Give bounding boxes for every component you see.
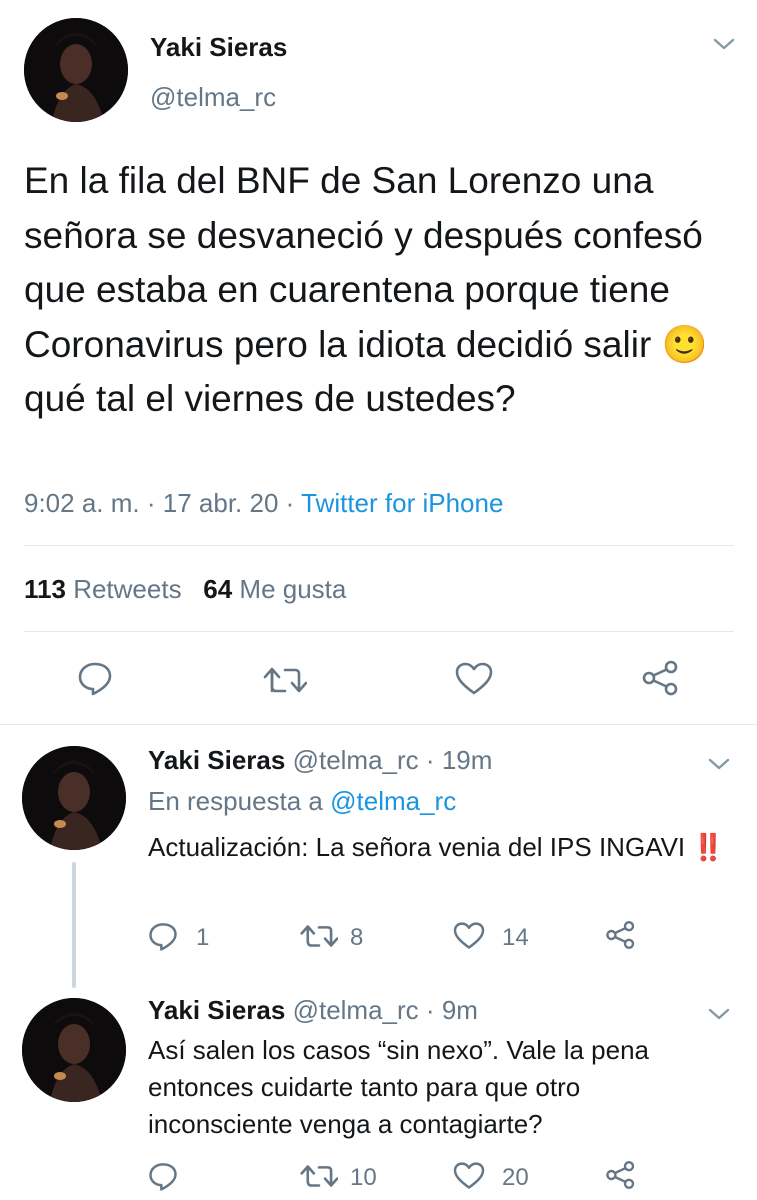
reply-text-line: inconsciente venga a contagiarte? [148, 1109, 543, 1139]
retweets-count[interactable]: 113 [24, 574, 66, 604]
author-handle[interactable]: @telma_rc [293, 995, 419, 1025]
meta-separator: · [425, 995, 435, 1025]
like-icon[interactable] [453, 922, 485, 950]
reply-text-body: Actualización: La señora venia del IPS I… [148, 832, 686, 862]
share-icon[interactable] [641, 660, 681, 696]
reply-text-line: Así salen los casos “sin nexo”. Vale la … [148, 1035, 650, 1065]
reply-count: 1 [196, 924, 210, 951]
author-name[interactable]: Yaki Sieras [148, 745, 285, 775]
reply-time[interactable]: 9m [442, 995, 478, 1025]
divider [24, 545, 734, 546]
meta-separator: · [285, 488, 295, 518]
tweet-date[interactable]: 17 abr. 20 [163, 488, 279, 518]
tweet-text: En la fila del BNF de San Lorenzo una se… [24, 154, 744, 427]
author-name[interactable]: Yaki Sieras [148, 995, 285, 1025]
avatar[interactable] [24, 18, 128, 122]
chevron-down-icon[interactable] [707, 1006, 731, 1022]
engagement-stats: 113 Retweets 64 Me gusta [24, 574, 346, 605]
author-name[interactable]: Yaki Sieras [150, 32, 287, 63]
retweet-icon[interactable] [300, 1162, 338, 1190]
likes-label[interactable]: Me gusta [239, 574, 346, 604]
author-handle[interactable]: @telma_rc [293, 745, 419, 775]
avatar[interactable] [22, 746, 126, 850]
avatar-photo [24, 18, 128, 122]
retweet-count: 8 [350, 924, 364, 951]
like-count: 20 [502, 1164, 529, 1191]
retweet-icon[interactable] [263, 664, 307, 696]
replying-to: En respuesta a @telma_rc [148, 786, 456, 817]
like-icon[interactable] [453, 1162, 485, 1190]
replying-to-label: En respuesta a [148, 786, 323, 816]
thread-line [72, 862, 76, 988]
reply-icon[interactable] [77, 660, 113, 696]
reply-text: Así salen los casos “sin nexo”. Vale la … [148, 1032, 738, 1143]
retweet-icon[interactable] [300, 922, 338, 950]
share-icon[interactable] [605, 920, 637, 950]
retweet-count: 10 [350, 1164, 377, 1191]
reply-text-line: entonces cuidarte tanto para que otro [148, 1072, 581, 1102]
avatar[interactable] [22, 998, 126, 1102]
chevron-down-icon[interactable] [712, 36, 736, 52]
chevron-down-icon[interactable] [707, 756, 731, 772]
replying-to-link[interactable]: @telma_rc [330, 786, 456, 816]
tweet-text-part2: qué tal el viernes de ustedes? [24, 378, 516, 419]
like-icon[interactable] [455, 662, 493, 696]
smiley-emoji: 🙂 [661, 322, 708, 366]
author-handle[interactable]: @telma_rc [150, 82, 276, 113]
meta-separator: · [146, 488, 156, 518]
tweet-meta: 9:02 a. m. · 17 abr. 20 · Twitter for iP… [24, 488, 503, 519]
reply-header: Yaki Sieras @telma_rc · 19m [148, 745, 492, 776]
tweet-text-part1: En la fila del BNF de San Lorenzo una se… [24, 160, 703, 365]
tweet-source-link[interactable]: Twitter for iPhone [301, 488, 503, 518]
meta-separator: · [425, 745, 435, 775]
avatar-photo [22, 998, 126, 1102]
divider [0, 724, 757, 725]
tweet-time[interactable]: 9:02 a. m. [24, 488, 140, 518]
like-count: 14 [502, 924, 529, 951]
likes-count[interactable]: 64 [203, 574, 232, 604]
divider [24, 631, 734, 632]
avatar-photo [22, 746, 126, 850]
reply-time[interactable]: 19m [442, 745, 493, 775]
double-exclamation-emoji: ‼️ [692, 833, 725, 863]
retweets-label[interactable]: Retweets [73, 574, 181, 604]
reply-header: Yaki Sieras @telma_rc · 9m [148, 995, 478, 1026]
share-icon[interactable] [605, 1160, 637, 1190]
reply-icon[interactable] [148, 1161, 178, 1191]
reply-icon[interactable] [148, 921, 178, 951]
reply-text: Actualización: La señora venia del IPS I… [148, 828, 738, 867]
